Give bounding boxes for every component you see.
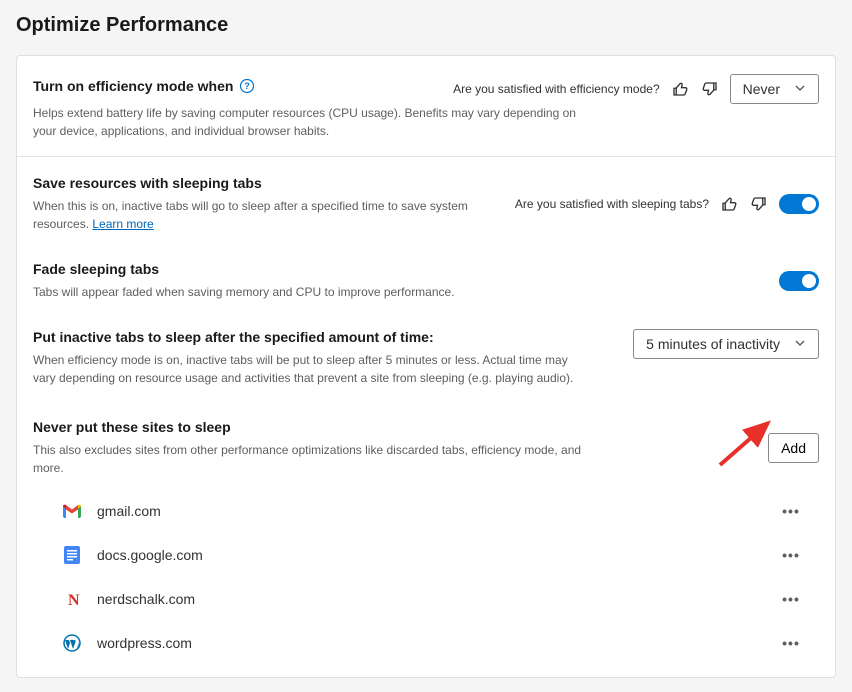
thumbs-up-icon[interactable]: [670, 79, 690, 99]
thumbs-up-icon[interactable]: [719, 194, 739, 214]
add-button[interactable]: Add: [768, 433, 819, 463]
efficiency-mode-select[interactable]: Never: [730, 74, 819, 104]
inactivity-select[interactable]: 5 minutes of inactivity: [633, 329, 819, 359]
site-name: docs.google.com: [97, 547, 779, 563]
more-icon[interactable]: •••: [779, 543, 803, 567]
sleeping-desc: When this is on, inactive tabs will go t…: [33, 197, 505, 233]
sleeping-feedback-text: Are you satisfied with sleeping tabs?: [515, 197, 709, 211]
site-name: wordpress.com: [97, 635, 779, 651]
page-title: Optimize Performance: [16, 14, 836, 37]
site-name: nerdschalk.com: [97, 591, 779, 607]
inactivity-select-value: 5 minutes of inactivity: [646, 336, 780, 352]
thumbs-down-icon[interactable]: [749, 194, 769, 214]
more-icon[interactable]: •••: [779, 499, 803, 523]
fade-title: Fade sleeping tabs: [33, 261, 455, 277]
efficiency-title: Turn on efficiency mode when ?: [33, 78, 255, 94]
svg-text:?: ?: [245, 81, 251, 91]
efficiency-feedback-text: Are you satisfied with efficiency mode?: [453, 82, 660, 96]
info-icon[interactable]: ?: [239, 78, 255, 94]
site-name: gmail.com: [97, 503, 779, 519]
site-row: wordpress.com •••: [33, 621, 819, 665]
site-row: docs.google.com •••: [33, 533, 819, 577]
performance-card: Turn on efficiency mode when ? Are you s…: [16, 55, 836, 678]
fade-desc: Tabs will appear faded when saving memor…: [33, 283, 455, 301]
efficiency-select-value: Never: [743, 81, 780, 97]
sleeping-title: Save resources with sleeping tabs: [33, 175, 505, 191]
thumbs-down-icon[interactable]: [700, 79, 720, 99]
inactive-desc: When efficiency mode is on, inactive tab…: [33, 351, 593, 387]
sleeping-section: Save resources with sleeping tabs When t…: [17, 157, 835, 677]
gmail-icon: [63, 502, 81, 520]
efficiency-section: Turn on efficiency mode when ? Are you s…: [17, 56, 835, 157]
efficiency-title-text: Turn on efficiency mode when: [33, 78, 233, 94]
site-list: gmail.com ••• docs.google.com ••• N nerd…: [33, 477, 819, 677]
fade-tabs-toggle[interactable]: [779, 271, 819, 291]
svg-text:N: N: [68, 592, 80, 607]
never-sleep-desc: This also excludes sites from other perf…: [33, 441, 593, 477]
efficiency-desc: Helps extend battery life by saving comp…: [33, 104, 593, 140]
nerdschalk-icon: N: [63, 590, 81, 608]
chevron-down-icon: [794, 336, 806, 352]
sleeping-tabs-toggle[interactable]: [779, 194, 819, 214]
inactive-title: Put inactive tabs to sleep after the spe…: [33, 329, 593, 345]
wordpress-icon: [63, 634, 81, 652]
site-row: N nerdschalk.com •••: [33, 577, 819, 621]
never-sleep-title: Never put these sites to sleep: [33, 419, 593, 435]
more-icon[interactable]: •••: [779, 631, 803, 655]
docs-icon: [63, 546, 81, 564]
more-icon[interactable]: •••: [779, 587, 803, 611]
site-row: gmail.com •••: [33, 489, 819, 533]
learn-more-link[interactable]: Learn more: [92, 217, 153, 231]
chevron-down-icon: [794, 81, 806, 97]
